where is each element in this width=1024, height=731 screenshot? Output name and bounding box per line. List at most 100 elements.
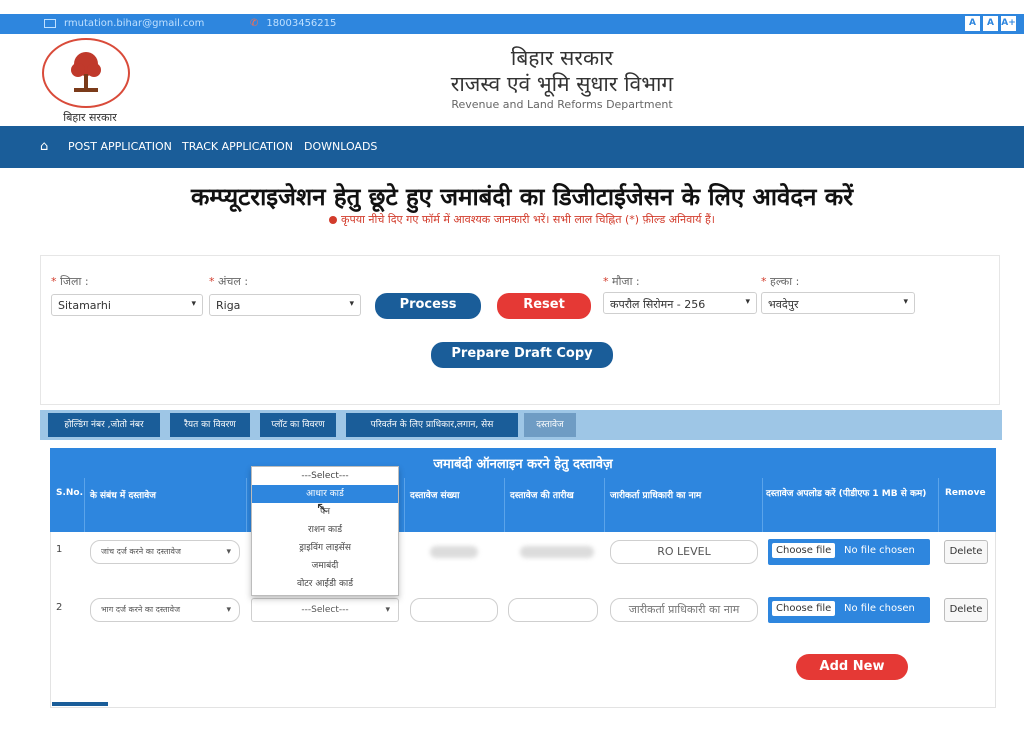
circle-value: Riga: [216, 299, 241, 312]
info-icon: [329, 216, 338, 224]
column-divider: [404, 478, 405, 532]
home-icon[interactable]: ⌂: [40, 139, 48, 154]
dropdown-option[interactable]: वोटर आईडी कार्ड: [252, 575, 398, 593]
nav-post-application[interactable]: POST APPLICATION: [68, 140, 172, 153]
row2-file-upload[interactable]: Choose file No file chosen: [768, 597, 930, 623]
header-doc-number: दस्तावेज संख्या: [410, 491, 460, 501]
document-type-dropdown[interactable]: ---Select--- आधार कार्ड पैन राशन कार्ड ड…: [251, 466, 399, 596]
add-new-button[interactable]: Add New: [796, 654, 908, 680]
column-divider: [938, 478, 939, 532]
form-tabs: होल्डिंग नंबर ,जोतो नंबर रैयत का विवरण प…: [40, 410, 1002, 440]
note-text: कृपया नीचे दिए गए फॉर्म में आवश्यक जानका…: [341, 213, 715, 226]
district-label-text: जिला :: [60, 275, 89, 288]
documents-table-header: जमाबंदी ऑनलाइन करने हेतु दस्तावेज़ S.No.…: [50, 448, 996, 532]
chevron-down-icon: ▾: [191, 299, 196, 309]
row2-officer-input[interactable]: जारीकर्ता प्राधिकारी का नाम: [610, 598, 758, 622]
email-contact[interactable]: rmutation.bihar@gmail.com: [44, 18, 204, 29]
row2-doc-date-input[interactable]: [508, 598, 598, 622]
mail-icon: [44, 19, 56, 28]
column-divider: [246, 478, 247, 532]
email-text: rmutation.bihar@gmail.com: [64, 18, 205, 29]
row2-doc-select[interactable]: ---Select--- ▾: [251, 598, 399, 622]
site-header: बिहार सरकार बिहार सरकार राजस्व एवं भूमि …: [0, 34, 1024, 126]
main-nav: ⌂ POST APPLICATION TRACK APPLICATION DOW…: [0, 126, 1024, 168]
column-divider: [762, 478, 763, 532]
dropdown-option[interactable]: ---Select---: [252, 467, 398, 485]
column-divider: [604, 478, 605, 532]
location-form: * जिला : Sitamarhi ▾ * अंचल : Riga ▾ Pro…: [40, 255, 1000, 405]
chevron-down-icon: ▾: [349, 299, 354, 309]
header-title-department: राजस्व एवं भूमि सुधार विभाग: [450, 72, 674, 96]
logo-text: बिहार सरकार: [63, 111, 117, 124]
district-value: Sitamarhi: [58, 299, 111, 312]
row2-doc-number-input[interactable]: [410, 598, 498, 622]
row2-sno: 2: [56, 602, 63, 613]
row1-delete-button[interactable]: Delete: [944, 540, 988, 564]
chevron-down-icon: ▾: [226, 605, 231, 615]
mouza-select[interactable]: कपरौल सिरोमन - 256 ▾: [603, 292, 757, 314]
top-contact-bar: rmutation.bihar@gmail.com ✆ 18003456215 …: [0, 14, 1024, 34]
header-title-government: बिहार सरकार: [510, 46, 614, 70]
column-divider: [84, 478, 85, 532]
row2-delete-button[interactable]: Delete: [944, 598, 988, 622]
chevron-down-icon: ▾: [226, 547, 231, 557]
tab-plot-details[interactable]: प्लॉट का विवरण: [260, 413, 336, 437]
dropdown-option[interactable]: जमाबंदी: [252, 557, 398, 575]
district-label: * जिला :: [51, 275, 89, 288]
documents-table-title: जमाबंदी ऑनलाइन करने हेतु दस्तावेज़: [433, 457, 613, 472]
file-status: No file chosen: [844, 603, 915, 614]
header-doc-date: दस्तावेज की तारीख: [510, 491, 574, 501]
page: rmutation.bihar@gmail.com ✆ 18003456215 …: [0, 0, 1024, 731]
header-issuing-officer: जारीकर्ता प्राधिकारी का नाम: [610, 491, 702, 501]
bottom-accent-bar: [52, 702, 108, 706]
row2-doc-type-select[interactable]: भाग दर्ज करने का दस्तावेज ▾: [90, 598, 240, 622]
font-size-normal-button[interactable]: A: [983, 16, 998, 31]
font-size-small-button[interactable]: A: [965, 16, 980, 31]
row2-doc-select-value: ---Select---: [301, 605, 349, 615]
nav-track-application[interactable]: TRACK APPLICATION: [182, 140, 293, 153]
circle-select[interactable]: Riga ▾: [209, 294, 361, 316]
tab-holding-number[interactable]: होल्डिंग नंबर ,जोतो नंबर: [48, 413, 160, 437]
row2-doc-type-value: भाग दर्ज करने का दस्तावेज: [101, 605, 181, 614]
mouza-label: * मौजा :: [603, 275, 640, 288]
dropdown-option[interactable]: ड्राइविंग लाइसेंस: [252, 539, 398, 557]
header-remove: Remove: [945, 488, 986, 498]
circle-label: * अंचल :: [209, 275, 249, 288]
mouza-value: कपरौल सिरोमन - 256: [610, 298, 706, 311]
circle-label-text: अंचल :: [218, 275, 249, 288]
row1-doc-date-blurred: [520, 546, 594, 558]
row1-file-upload[interactable]: Choose file No file chosen: [768, 539, 930, 565]
row1-doc-type-value: जांच दर्ज करने का दस्तावेज: [101, 547, 181, 556]
halka-select[interactable]: भवदेपुर ▾: [761, 292, 915, 314]
dropdown-option[interactable]: राशन कार्ड: [252, 521, 398, 539]
halka-label-text: हल्का :: [770, 275, 800, 288]
header-doc-type: के संबंध में दस्तावेज: [90, 491, 156, 501]
chevron-down-icon: ▾: [385, 605, 390, 615]
district-select[interactable]: Sitamarhi ▾: [51, 294, 203, 316]
chevron-down-icon: ▾: [903, 297, 908, 307]
mouza-label-text: मौजा :: [612, 275, 640, 288]
nav-downloads[interactable]: DOWNLOADS: [304, 140, 377, 153]
tab-authority-rent-cess[interactable]: परिवर्तन के लिए प्राधिकार,लगान, सेस: [346, 413, 518, 437]
tab-documents[interactable]: दस्तावेज: [524, 413, 576, 437]
row1-doc-type-select[interactable]: जांच दर्ज करने का दस्तावेज ▾: [90, 540, 240, 564]
tab-raiyat-details[interactable]: रैयत का विवरण: [170, 413, 250, 437]
phone-text: 18003456215: [266, 18, 337, 29]
chevron-down-icon: ▾: [745, 297, 750, 307]
required-fields-note: कृपया नीचे दिए गए फॉर्म में आवश्यक जानका…: [0, 212, 1024, 227]
prepare-draft-copy-button[interactable]: Prepare Draft Copy: [431, 342, 613, 368]
page-title: कम्प्यूटराइजेशन हेतु छूटे हुए जमाबंदी का…: [190, 183, 854, 211]
process-button[interactable]: Process: [375, 293, 481, 319]
phone-contact[interactable]: ✆ 18003456215: [250, 18, 336, 29]
font-size-large-button[interactable]: A+: [1001, 16, 1016, 31]
mouse-cursor-icon: ↖: [316, 500, 328, 516]
halka-label: * हल्का :: [761, 275, 800, 288]
header-title-english: Revenue and Land Reforms Department: [451, 98, 673, 111]
choose-file-button[interactable]: Choose file: [772, 543, 836, 558]
reset-button[interactable]: Reset: [497, 293, 591, 319]
column-divider: [504, 478, 505, 532]
font-size-controls: A A A+: [965, 16, 1016, 31]
halka-value: भवदेपुर: [768, 298, 799, 311]
row1-officer-field[interactable]: RO LEVEL: [610, 540, 758, 564]
choose-file-button[interactable]: Choose file: [772, 601, 836, 616]
